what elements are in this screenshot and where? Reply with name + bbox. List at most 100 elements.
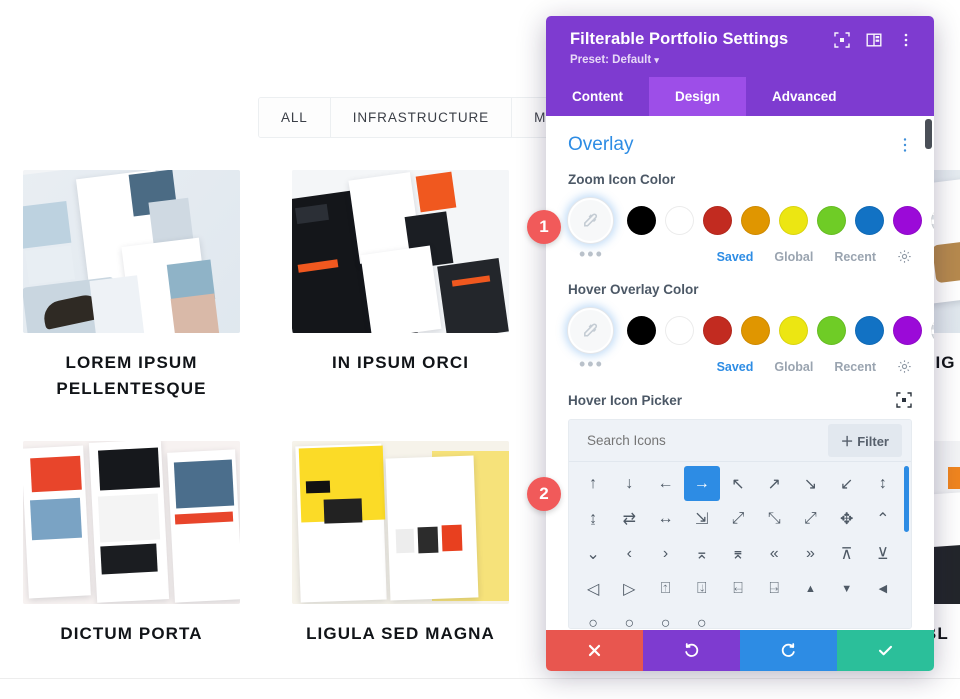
fullscreen-icon[interactable] [834,31,850,48]
icon-triangle-down[interactable]: ▼ [829,571,865,606]
icon-double-chevron-left[interactable]: « [756,536,792,571]
swatch-yellow[interactable] [779,206,808,235]
recent-colors-link[interactable]: Recent [834,250,876,264]
swatch-transparent[interactable] [931,316,934,345]
icon-row5-8[interactable] [829,606,865,628]
icon-arrow-left[interactable]: ← [647,466,683,501]
gear-icon[interactable] [897,359,912,374]
portfolio-item[interactable]: LIGULA SED MAGNA [292,441,509,647]
cancel-button[interactable] [546,630,643,671]
swatch-green[interactable] [817,206,846,235]
fullscreen-icon[interactable] [896,392,912,408]
icon-arrow-up-left[interactable]: ↖ [720,466,756,501]
more-colors-icon[interactable]: ••• [579,245,604,263]
tab-design[interactable]: Design [649,77,747,116]
icon-arrows-swap[interactable]: ⇄ [611,501,647,536]
icon-triangle-left[interactable]: ◀ [865,571,901,606]
gear-icon[interactable] [897,249,912,264]
icon-circle-chevron-down[interactable]: ⊻ [865,536,901,571]
icon-circle-double-down[interactable]: ⍗ [684,571,720,606]
icon-row5-6[interactable] [756,606,792,628]
icon-row5-2[interactable]: ○ [611,606,647,629]
portfolio-item[interactable]: LOREM IPSUM PELLENTESQUE [23,170,240,403]
eyedropper-icon[interactable] [568,198,613,243]
portfolio-title[interactable]: IN IPSUM ORCI [292,350,509,376]
portfolio-thumbnail[interactable] [292,170,509,333]
icon-circle-double-right[interactable]: ⍈ [756,571,792,606]
portfolio-thumbnail[interactable] [23,441,240,604]
icon-resize-diagonal[interactable]: ⇲ [684,501,720,536]
vertical-dots-icon[interactable] [898,137,912,153]
icon-chevron-right[interactable]: › [647,536,683,571]
tab-content[interactable]: Content [546,77,649,116]
icon-circle-double-left[interactable]: ⍇ [720,571,756,606]
icon-arrow-up-right[interactable]: ↗ [756,466,792,501]
icon-arrow-down-left[interactable]: ↙ [829,466,865,501]
icon-arrow-vertical-bar[interactable]: ↨ [575,501,611,536]
saved-colors-link[interactable]: Saved [717,250,754,264]
icon-double-chevron-down[interactable]: ⌆ [720,536,756,571]
filter-tab-all[interactable]: ALL [259,98,331,137]
swatch-purple[interactable] [893,316,922,345]
save-button[interactable] [837,630,934,671]
swatch-black[interactable] [627,316,656,345]
icon-expand-diagonal[interactable]: ⤢ [720,501,756,536]
icon-row5-3[interactable]: ○ [647,606,683,629]
tab-advanced[interactable]: Advanced [746,77,863,116]
preset-selector[interactable]: Preset: Default ▾ [570,54,914,66]
swatch-blue[interactable] [855,316,884,345]
undo-button[interactable] [643,630,740,671]
swatch-transparent[interactable] [931,206,934,235]
eyedropper-icon[interactable] [568,308,613,353]
icon-double-chevron-right[interactable]: » [792,536,828,571]
icon-row5-1[interactable]: ○ [575,606,611,629]
saved-colors-link[interactable]: Saved [717,360,754,374]
swatch-white[interactable] [665,316,694,345]
portfolio-thumbnail[interactable] [292,441,509,604]
icon-circle-chevron-up[interactable]: ⊼ [829,536,865,571]
icon-arrow-up[interactable]: ↑ [575,466,611,501]
icon-circle-chevron-left[interactable]: ◁ [575,571,611,606]
swatch-yellow[interactable] [779,316,808,345]
filter-tab-infrastructure[interactable]: INFRASTRUCTURE [330,98,513,137]
icon-arrow-left-right[interactable]: ↔ [647,501,683,536]
icon-triangle-up[interactable]: ▲ [792,571,828,606]
portfolio-item[interactable]: IN IPSUM ORCI [292,170,509,376]
icon-grid-scrollbar[interactable] [904,466,909,532]
icon-collapse-diagonal[interactable]: ⤡ [756,501,792,536]
icon-double-chevron-up[interactable]: ⌅ [684,536,720,571]
swatch-purple[interactable] [893,206,922,235]
icon-circle-double-up[interactable]: ⍐ [647,571,683,606]
global-colors-link[interactable]: Global [774,360,813,374]
portfolio-thumbnail[interactable] [23,170,240,333]
icon-chevron-up[interactable]: ⌃ [865,501,901,536]
filter-button[interactable]: ＋ Filter [827,424,902,457]
icon-arrow-down-right[interactable]: ↘ [792,466,828,501]
icon-chevron-down[interactable]: ⌄ [575,536,611,571]
icon-row5-5[interactable] [720,606,756,628]
vertical-dots-icon[interactable] [898,32,914,48]
icon-arrow-down[interactable]: ↓ [611,466,647,501]
icon-arrow-up-down[interactable]: ↕ [865,466,901,501]
icon-move-cross[interactable]: ✥ [829,501,865,536]
portfolio-title[interactable]: LOREM IPSUM PELLENTESQUE [23,350,240,403]
swatch-green[interactable] [817,316,846,345]
icon-row5-7[interactable] [792,606,828,628]
icon-chevron-left[interactable]: ‹ [611,536,647,571]
layout-columns-icon[interactable] [866,32,882,48]
swatch-orange[interactable] [741,316,770,345]
swatch-red[interactable] [703,316,732,345]
icon-arrow-right[interactable]: → [683,466,720,501]
icon-circle-chevron-right[interactable]: ▷ [611,571,647,606]
search-input[interactable] [587,433,828,448]
redo-button[interactable] [740,630,837,671]
recent-colors-link[interactable]: Recent [834,360,876,374]
portfolio-title[interactable]: LIGULA SED MAGNA [292,621,509,647]
swatch-black[interactable] [627,206,656,235]
swatch-white[interactable] [665,206,694,235]
portfolio-item[interactable]: DICTUM PORTA [23,441,240,647]
more-colors-icon[interactable]: ••• [579,355,604,373]
swatch-red[interactable] [703,206,732,235]
icon-row5-9[interactable] [865,606,901,628]
icon-row5-4[interactable]: ○ [684,606,720,629]
